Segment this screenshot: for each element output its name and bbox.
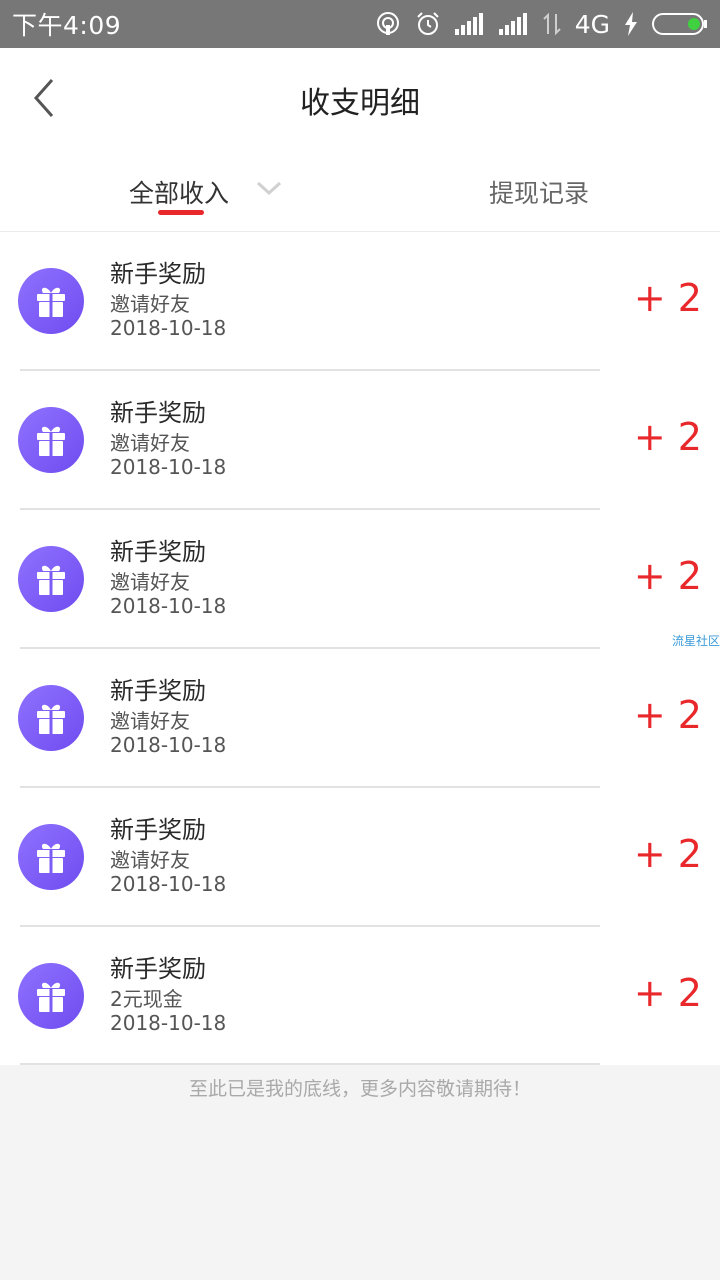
item-amount: + 2 bbox=[633, 971, 702, 1015]
list-item[interactable]: 新手奖励 邀请好友 2018-10-18 + 2 bbox=[0, 510, 720, 649]
tab-all-income[interactable]: 全部收入 bbox=[129, 174, 229, 210]
gift-icon bbox=[18, 268, 84, 334]
status-bar: 下午4:09 4G bbox=[0, 0, 720, 48]
item-date: 2018-10-18 bbox=[110, 733, 227, 757]
list-item[interactable]: 新手奖励 邀请好友 2018-10-18 + 2 bbox=[0, 788, 720, 927]
status-time: 下午4:09 bbox=[12, 11, 122, 40]
network-type: 4G bbox=[574, 9, 610, 39]
income-list: 新手奖励 邀请好友 2018-10-18 + 2 新手奖励 邀请好友 2018-… bbox=[0, 232, 720, 1065]
item-amount: + 2 bbox=[633, 832, 702, 876]
item-title: 新手奖励 bbox=[110, 538, 206, 566]
list-item[interactable]: 新手奖励 邀请好友 2018-10-18 + 2 bbox=[0, 232, 720, 371]
item-title: 新手奖励 bbox=[110, 816, 206, 844]
tab-bar: 全部收入 提现记录 bbox=[0, 150, 720, 232]
page-title: 收支明细 bbox=[300, 86, 420, 121]
item-date: 2018-10-18 bbox=[110, 872, 227, 896]
gift-icon bbox=[18, 407, 84, 473]
tab-withdraw-records[interactable]: 提现记录 bbox=[489, 174, 589, 210]
watermark: 流星社区 bbox=[671, 634, 720, 648]
list-item[interactable]: 新手奖励 邀请好友 2018-10-18 + 2 bbox=[0, 371, 720, 510]
signal-icon bbox=[498, 13, 527, 35]
header: 收支明细 bbox=[0, 48, 720, 150]
gift-icon bbox=[18, 685, 84, 751]
battery-icon bbox=[652, 13, 707, 35]
item-title: 新手奖励 bbox=[110, 399, 206, 427]
item-date: 2018-10-18 bbox=[110, 1011, 227, 1035]
status-icons: 4G bbox=[375, 10, 708, 39]
signal-icon bbox=[454, 13, 483, 35]
end-of-list-note: 至此已是我的底线，更多内容敬请期待！ bbox=[188, 1078, 531, 1100]
item-date: 2018-10-18 bbox=[110, 594, 227, 618]
chevron-down-icon[interactable] bbox=[256, 178, 282, 198]
item-date: 2018-10-18 bbox=[110, 316, 227, 340]
item-subtitle: 邀请好友 bbox=[110, 292, 190, 316]
item-date: 2018-10-18 bbox=[110, 455, 227, 479]
list-item[interactable]: 新手奖励 2元现金 2018-10-18 + 2 bbox=[0, 927, 720, 1065]
item-amount: + 2 bbox=[633, 276, 702, 320]
gift-icon bbox=[18, 824, 84, 890]
gift-icon bbox=[18, 963, 84, 1029]
item-amount: + 2 bbox=[633, 415, 702, 459]
active-tab-indicator bbox=[158, 210, 204, 215]
item-subtitle: 邀请好友 bbox=[110, 848, 190, 872]
item-amount: + 2 bbox=[633, 693, 702, 737]
item-title: 新手奖励 bbox=[110, 677, 206, 705]
item-subtitle: 邀请好友 bbox=[110, 709, 190, 733]
divider bbox=[20, 1063, 600, 1065]
alarm-icon bbox=[417, 12, 439, 35]
item-amount: + 2 bbox=[633, 554, 702, 598]
list-item[interactable]: 新手奖励 邀请好友 2018-10-18 + 2 bbox=[0, 649, 720, 788]
item-subtitle: 2元现金 bbox=[110, 987, 183, 1011]
item-subtitle: 邀请好友 bbox=[110, 570, 190, 594]
hotspot-icon bbox=[376, 12, 399, 35]
charging-icon bbox=[625, 12, 637, 36]
gift-icon bbox=[18, 546, 84, 612]
data-arrows-icon bbox=[543, 12, 561, 36]
item-title: 新手奖励 bbox=[110, 955, 206, 983]
item-title: 新手奖励 bbox=[110, 260, 206, 288]
item-subtitle: 邀请好友 bbox=[110, 431, 190, 455]
